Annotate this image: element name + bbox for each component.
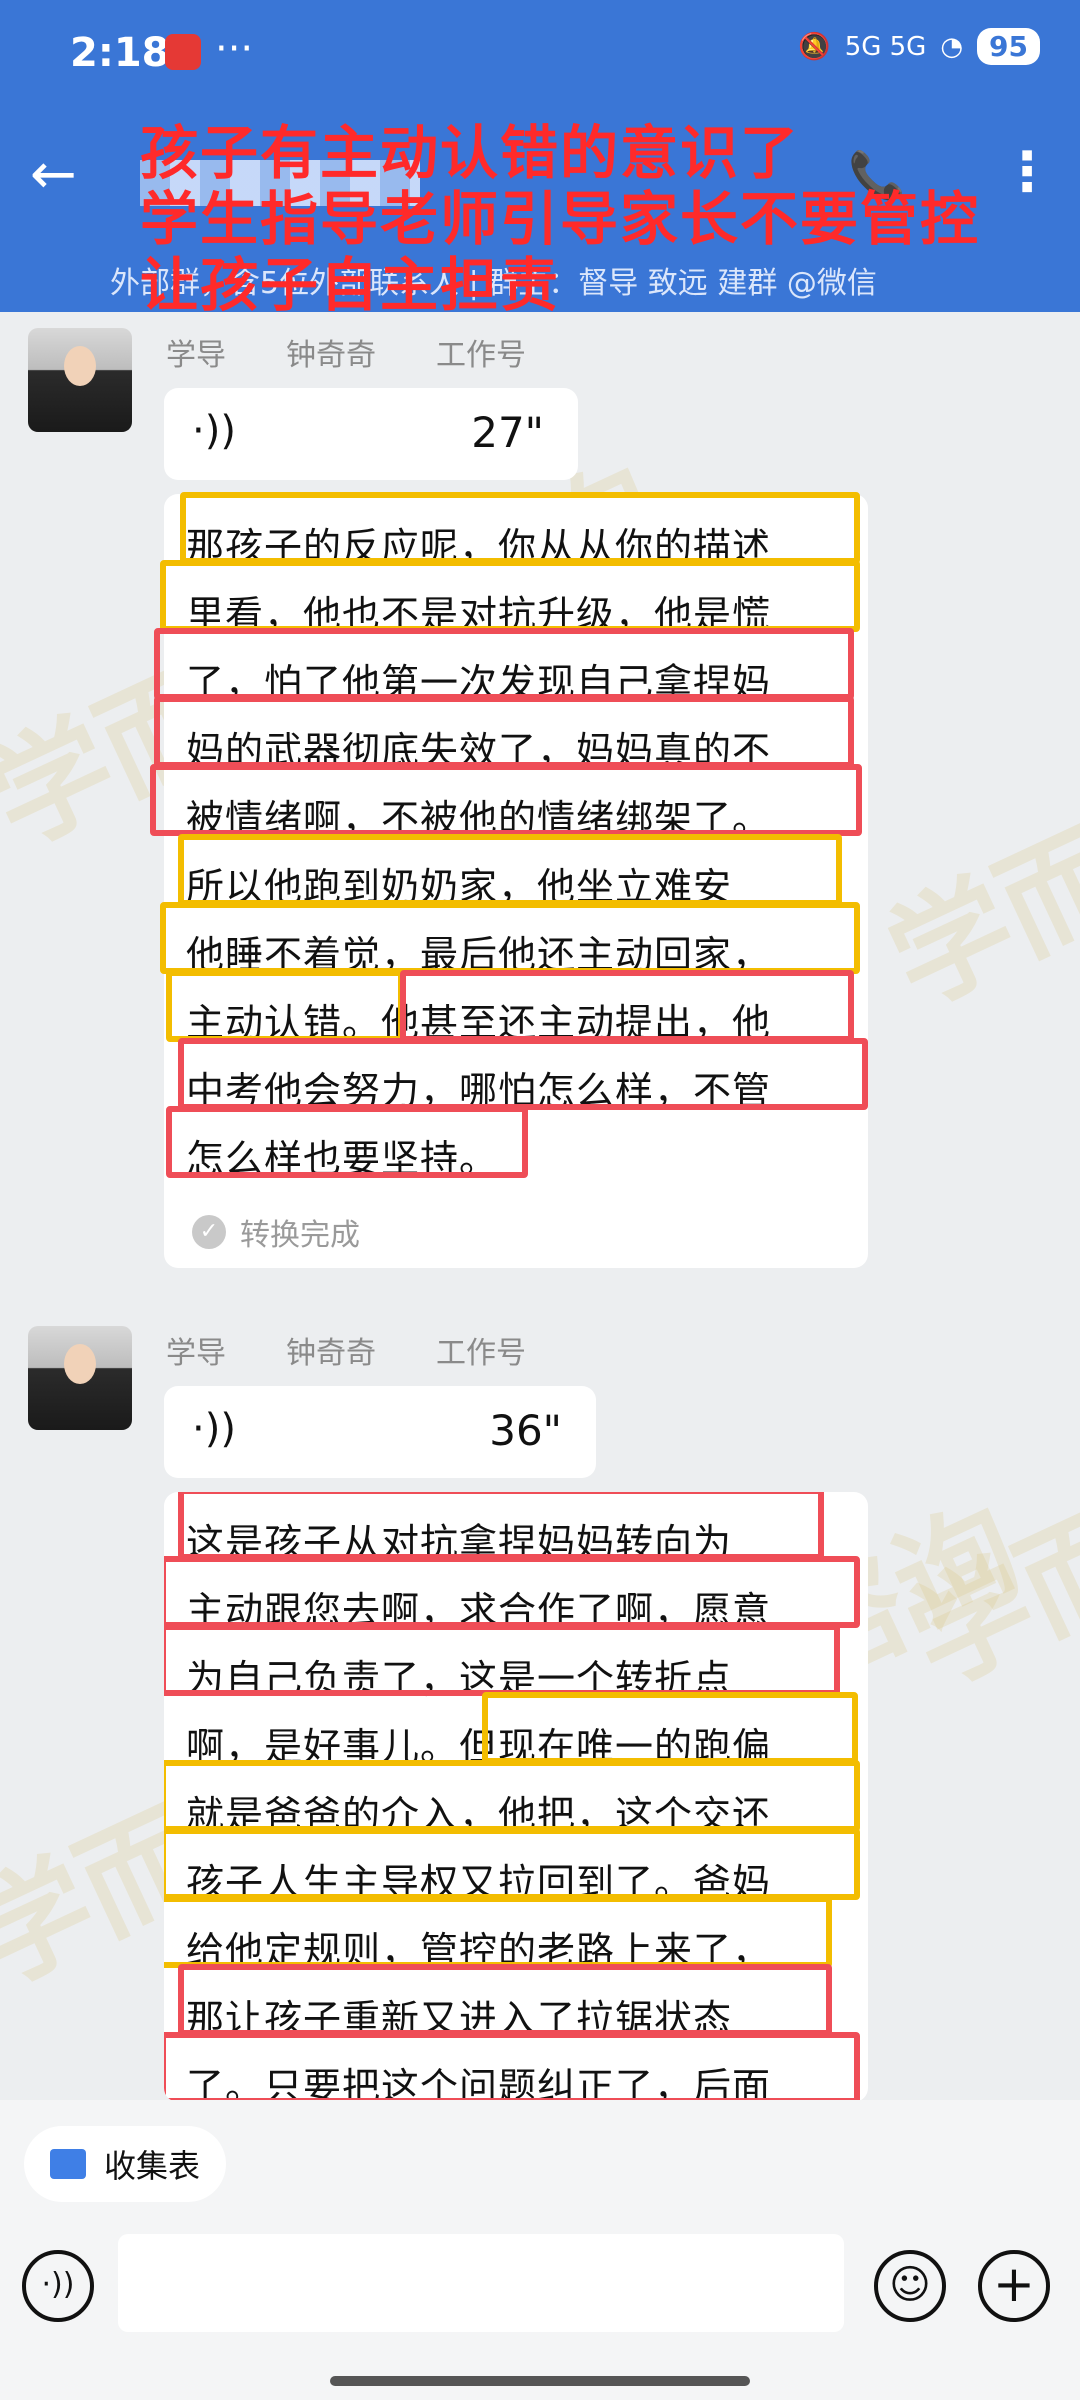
transcribe-status-label: 转换完成 [240,1218,360,1253]
highlight-yellow [180,492,860,564]
form-folder-icon [50,2149,86,2179]
check-icon: ✓ [192,1215,226,1249]
sender-name: 钟奇奇 [286,1336,376,1371]
highlight-yellow [178,834,842,906]
highlight-red [164,2032,860,2102]
battery-icon: 95 [977,28,1040,65]
more-menu-icon[interactable]: ⋮ [1000,140,1054,203]
highlight-red [164,1624,840,1696]
emoji-icon[interactable]: ☺ [874,2250,946,2322]
voice-wave-icon: ·)) [192,1406,236,1452]
sender-role: 学导 [166,1336,226,1371]
voice-input-icon[interactable]: ·)) [22,2250,94,2322]
highlight-yellow [164,1896,832,1968]
mute-icon: 🔕 [798,31,831,62]
transcribe-status: ✓ 转换完成 [192,1210,360,1254]
voice-duration: 27" [471,408,544,457]
message-input[interactable] [118,2234,844,2332]
highlight-yellow [164,1828,860,1900]
sender-avatar[interactable] [28,1326,132,1430]
sender-tag: 工作号 [436,1336,526,1371]
highlight-yellow [160,902,860,974]
sender-role: 学导 [166,338,226,373]
back-arrow-icon[interactable]: ← [30,142,77,207]
collect-form-label: 收集表 [104,2147,201,2185]
news-app-icon [165,34,201,70]
transcript-card[interactable]: 那孩子的反应呢，你从从你的描述 里看，他也不是对抗升级，他是慌 了，怕了他第一次… [150,492,868,1268]
signal-icon: 5G 5G [844,31,927,62]
overlay-line-3: 让孩子自主担责 [140,251,561,319]
sender-tag: 工作号 [436,338,526,373]
voice-message[interactable]: ·)) 36" [164,1386,596,1478]
status-indicators: 🔕 5G 5G ◔ 95 [798,28,1040,65]
highlight-red [166,1106,528,1178]
overlay-line-2: 学生指导老师引导家长不要管控 [140,185,981,253]
voice-duration: 36" [489,1406,562,1455]
home-indicator[interactable] [330,2376,750,2386]
highlight-yellow [166,970,404,1042]
status-bar: 2:18 ··· 🔕 5G 5G ◔ 95 [0,0,1080,110]
highlight-red [164,1556,860,1628]
plus-icon[interactable]: + [978,2250,1050,2322]
voice-wave-icon: ·)) [192,408,236,454]
highlight-red [178,1038,868,1110]
highlight-yellow [160,560,860,632]
highlight-red [178,1492,824,1560]
highlight-red [178,1964,832,2036]
highlight-yellow [164,1760,860,1832]
sender-avatar[interactable] [28,328,132,432]
more-notifications-icon: ··· [215,26,254,72]
sender-name: 钟奇奇 [286,338,376,373]
highlight-yellow [482,1692,858,1764]
highlight-red [154,628,854,700]
sender-meta: 学导 钟奇奇 工作号 [166,1328,526,1372]
sender-meta: 学导 钟奇奇 工作号 [166,330,526,374]
overlay-line-1: 孩子有主动认错的意识了 [140,119,801,187]
overlay-annotation: 孩子有主动认错的意识了 学生指导老师引导家长不要管控 让孩子自主担责 [140,120,980,318]
highlight-red [154,696,854,768]
collect-form-chip[interactable]: 收集表 [24,2126,227,2202]
status-time: 2:18 [70,30,170,76]
voice-message[interactable]: ·)) 27" [164,388,578,480]
transcript-card[interactable]: 这是孩子从对抗拿捏妈妈转向为 主动跟您去啊，求合作了啊，愿意 为自己负责了，这是… [164,1492,868,2102]
wifi-icon: ◔ [940,31,964,62]
highlight-red [150,764,862,836]
highlight-red [400,970,854,1042]
watermark: 学而教育咨询 [869,602,1080,1033]
